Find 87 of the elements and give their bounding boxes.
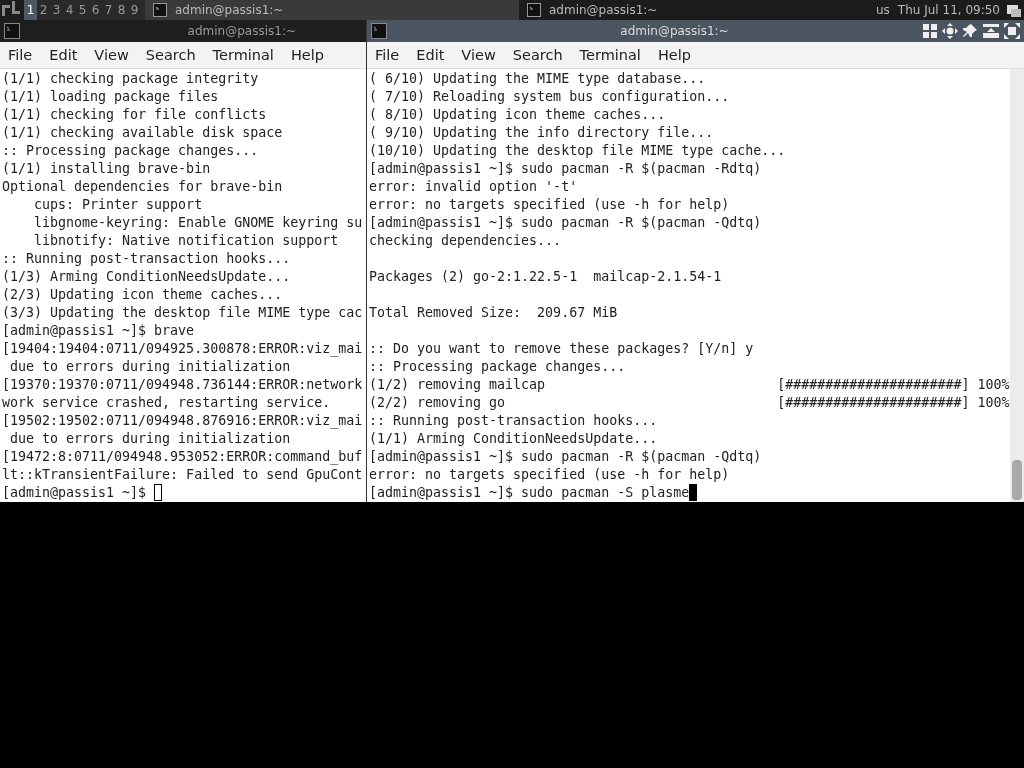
terminal-line: [admin@passis1 ~]$ [2, 485, 148, 500]
taskbar-item[interactable]: admin@passis1:~ [145, 0, 519, 20]
terminal-line: :: Do you want to remove these packages? [Y/n] y [369, 341, 754, 356]
terminal-line: (1/2) removing mailcap [######################] 100% [369, 377, 1010, 392]
terminal-line: [19404:19404:0711/094925.300878:ERROR:viz_mai [2, 341, 363, 356]
terminal-line: (1/3) Arming ConditionNeedsUpdate... [2, 269, 291, 284]
menu-item[interactable]: File [375, 47, 400, 63]
menu-item[interactable]: Search [145, 47, 196, 63]
terminal-line: (1/1) checking available disk space [2, 125, 283, 140]
move-icon[interactable] [942, 23, 958, 39]
keyboard-layout[interactable]: us [876, 3, 890, 17]
terminal-line: work service crashed, restarting service. [2, 395, 331, 410]
terminal-line: [admin@passis1 ~]$ sudo pacman -R $(pacman -Qdtq) [369, 449, 762, 464]
terminal-line: (1/1) installing brave-bin [2, 161, 211, 176]
terminal-line: checking dependencies... [369, 233, 562, 248]
terminal-line: (3/3) Updating the desktop file MIME type cac [2, 305, 363, 320]
menu-item[interactable]: Help [290, 47, 324, 63]
terminal-icon [153, 3, 167, 17]
shade-icon[interactable] [982, 23, 1000, 39]
workspace-button[interactable]: 2 [37, 0, 50, 20]
menu-item[interactable]: Edit [416, 47, 445, 63]
terminal-line: libnotify: Native notification support [33, 233, 339, 248]
title-bar[interactable]: admin@passis1:~ [367, 20, 1024, 42]
workspace-button[interactable]: 5 [76, 0, 89, 20]
terminal-line: Total Removed Size: 209.67 MiB [369, 305, 618, 320]
terminal-line: libgnome-keyring: Enable GNOME keyring su [33, 215, 363, 230]
terminal-line: (1/1) checking package integrity [2, 71, 259, 86]
terminal-icon[interactable] [371, 23, 387, 39]
terminal-line: [admin@passis1 ~]$ brave [2, 323, 195, 338]
menu-item[interactable]: Search [512, 47, 563, 63]
scrollbar-thumb[interactable] [1012, 460, 1022, 500]
terminal-line: error: no targets specified (use -h for help) [369, 467, 730, 482]
workspace-button[interactable]: 9 [128, 0, 141, 20]
workspace-button[interactable]: 3 [50, 0, 63, 20]
terminal-line: due to errors during initialization [9, 359, 291, 374]
tile-icon[interactable] [922, 23, 938, 39]
terminal-line: (2/3) Updating icon theme caches... [2, 287, 283, 302]
terminal-line: (2/2) removing go [######################] 100% [369, 395, 1010, 410]
menu-item[interactable]: Help [657, 47, 691, 63]
workspace-button[interactable]: 6 [89, 0, 102, 20]
terminal-line: :: Running post-transaction hooks... [369, 413, 658, 428]
window-title: admin@passis1:~ [619, 24, 730, 38]
menu-item[interactable]: Edit [49, 47, 78, 63]
app-menu-icon[interactable] [2, 1, 20, 19]
terminal-icon [527, 3, 541, 17]
taskbar-item[interactable]: admin@passis1:~ [519, 0, 819, 20]
terminal-line: [19370:19370:0711/094948.736144:ERROR:network [2, 377, 363, 392]
menu-item[interactable]: View [461, 47, 496, 63]
window-icon[interactable] [1006, 2, 1022, 18]
terminal-line: (1/1) checking for file conflicts [2, 107, 267, 122]
terminal-line: :: Running post-transaction hooks... [2, 251, 291, 266]
terminal-line: (1/1) loading package files [2, 89, 219, 104]
menu-item[interactable]: Terminal [212, 47, 274, 63]
terminal-line: (10/10) Updating the desktop file MIME type cache... [369, 143, 786, 158]
menu-item[interactable]: File [8, 47, 33, 63]
workspace-button[interactable]: 1 [24, 0, 37, 20]
terminal-line: ( 9/10) Updating the info directory file... [369, 125, 714, 140]
terminal-line: :: Processing package changes... [2, 143, 259, 158]
terminal-line: cups: Printer support [33, 197, 203, 212]
terminal-line: error: no targets specified (use -h for help) [369, 197, 730, 212]
terminal-line: [admin@passis1 ~]$ sudo pacman -R $(pacman -Qdtq) [369, 215, 762, 230]
workspace-button[interactable]: 8 [115, 0, 128, 20]
terminal-line: [admin@passis1 ~]$ sudo pacman -S plasme [369, 485, 690, 500]
pin-icon[interactable] [962, 23, 978, 39]
scrollbar[interactable] [1010, 69, 1024, 502]
window-title: admin@passis1:~ [186, 24, 297, 38]
terminal-line: error: invalid option '-t' [369, 179, 578, 194]
terminal-line: :: Processing package changes... [369, 359, 626, 374]
menu-item[interactable]: Terminal [579, 47, 641, 63]
maximize-icon[interactable] [1004, 23, 1020, 39]
terminal-icon[interactable] [4, 23, 20, 39]
terminal-line: [admin@passis1 ~]$ sudo pacman -R $(pacman -Rdtq) [369, 161, 762, 176]
terminal-line: Packages (2) go-2:1.22.5-1 mailcap-2.1.54-1 [369, 269, 722, 284]
terminal-line: (1/1) Arming ConditionNeedsUpdate... [369, 431, 658, 446]
terminal-line: lt::kTransientFailure: Failed to send GpuCont [2, 467, 363, 482]
terminal-line: due to errors during initialization [9, 431, 291, 446]
workspace-button[interactable]: 4 [63, 0, 76, 20]
title-bar[interactable]: admin@passis1:~ [0, 20, 366, 42]
terminal-line: Optional dependencies for brave-bin [2, 179, 283, 194]
terminal-line: ( 7/10) Reloading system bus configuration... [369, 89, 730, 104]
menu-item[interactable]: View [94, 47, 129, 63]
workspace-button[interactable]: 7 [102, 0, 115, 20]
terminal-line: [19472:8:0711/094948.953052:ERROR:command_buf [2, 449, 363, 464]
clock[interactable]: Thu Jul 11, 09:50 [897, 3, 1000, 17]
terminal-line: ( 6/10) Updating the MIME type database... [369, 71, 706, 86]
terminal-line: ( 8/10) Updating icon theme caches... [369, 107, 666, 122]
terminal-line: [19502:19502:0711/094948.876916:ERROR:viz_mai [2, 413, 363, 428]
